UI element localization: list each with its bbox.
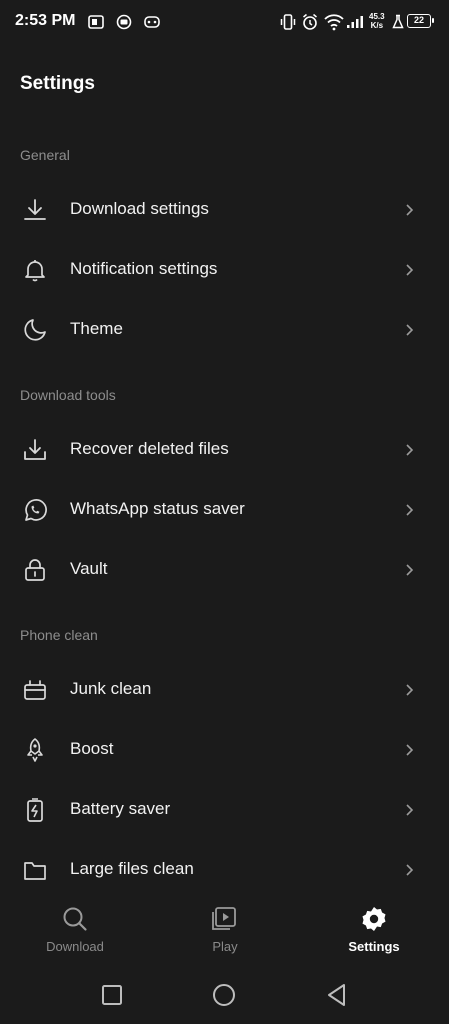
- nav-tab-play[interactable]: Play: [170, 895, 280, 970]
- home-icon[interactable]: [211, 982, 237, 1008]
- row-label: Download settings: [70, 199, 209, 218]
- battery-indicator: 22: [407, 14, 434, 28]
- junk-icon: [24, 680, 46, 700]
- settings-row-large-files-clean[interactable]: Large files clean: [0, 840, 449, 900]
- flask-icon: [392, 14, 404, 29]
- status-bar: 2:53 PM 45.3 K/s 22: [0, 0, 449, 44]
- battery-icon: [27, 798, 43, 822]
- wifi-icon: [324, 14, 344, 31]
- chevron-right-icon: [406, 444, 414, 456]
- row-label: Vault: [70, 559, 108, 578]
- row-label: Boost: [70, 739, 114, 758]
- vibrate-icon: [280, 14, 296, 30]
- row-label: Junk clean: [70, 679, 152, 698]
- settings-row-boost[interactable]: Boost: [0, 720, 449, 780]
- network-speed: 45.3 K/s: [369, 12, 385, 30]
- row-label: Recover deleted files: [70, 439, 229, 458]
- nav-tab-settings[interactable]: Settings: [319, 895, 429, 970]
- chevron-right-icon: [406, 324, 414, 336]
- chevron-right-icon: [406, 504, 414, 516]
- nav-label: Play: [212, 939, 238, 954]
- back-icon[interactable]: [324, 982, 350, 1008]
- chevron-right-icon: [406, 684, 414, 696]
- folder-icon: [24, 862, 46, 880]
- chevron-right-icon: [406, 264, 414, 276]
- settings-row-whatsapp-status-saver[interactable]: WhatsApp status saver: [0, 480, 449, 540]
- nav-tab-download[interactable]: Download: [20, 895, 130, 970]
- chevron-right-icon: [406, 864, 414, 876]
- bell-icon: [25, 260, 45, 282]
- gear-icon: [362, 907, 386, 931]
- settings-row-vault[interactable]: Vault: [0, 540, 449, 600]
- settings-row-junk-clean[interactable]: Junk clean: [0, 660, 449, 720]
- rocket-icon: [27, 738, 43, 762]
- lock-icon: [25, 559, 45, 581]
- bottom-navigation: Download Play Settings: [0, 895, 449, 970]
- settings-row-battery-saver[interactable]: Battery saver: [0, 780, 449, 840]
- row-label: WhatsApp status saver: [70, 499, 245, 518]
- nav-label: Settings: [348, 939, 400, 954]
- chevron-right-icon: [406, 564, 414, 576]
- moon-icon: [24, 319, 46, 341]
- section-header-download-tools: Download tools: [20, 387, 116, 403]
- row-label: Battery saver: [70, 799, 171, 818]
- settings-row-notification-settings[interactable]: Notification settings: [0, 240, 449, 300]
- section-header-phone-clean: Phone clean: [20, 627, 98, 643]
- status-time: 2:53 PM: [15, 12, 76, 29]
- gamepad-icon: [144, 16, 160, 28]
- row-label: Notification settings: [70, 259, 218, 278]
- section-header-general: General: [20, 147, 70, 163]
- recover-icon: [24, 439, 46, 460]
- chevron-right-icon: [406, 204, 414, 216]
- settings-row-download-settings[interactable]: Download settings: [0, 180, 449, 240]
- chevron-right-icon: [406, 804, 414, 816]
- system-navigation-bar: [0, 970, 449, 1024]
- row-label: Large files clean: [70, 859, 194, 878]
- settings-row-theme[interactable]: Theme: [0, 300, 449, 360]
- settings-row-recover-deleted-files[interactable]: Recover deleted files: [0, 420, 449, 480]
- page-title: Settings: [20, 73, 95, 94]
- play-icon: [212, 907, 236, 930]
- search-icon: [63, 907, 87, 931]
- alarm-icon: [303, 13, 317, 30]
- signal-icon: [347, 16, 363, 28]
- row-label: Theme: [70, 319, 123, 338]
- nav-label: Download: [46, 939, 104, 954]
- microsoft-office-icon: [88, 15, 104, 29]
- download-icon: [24, 199, 46, 220]
- camera-icon: [116, 14, 132, 30]
- recent-apps-icon[interactable]: [99, 982, 125, 1008]
- chevron-right-icon: [406, 744, 414, 756]
- whatsapp-icon: [25, 499, 47, 521]
